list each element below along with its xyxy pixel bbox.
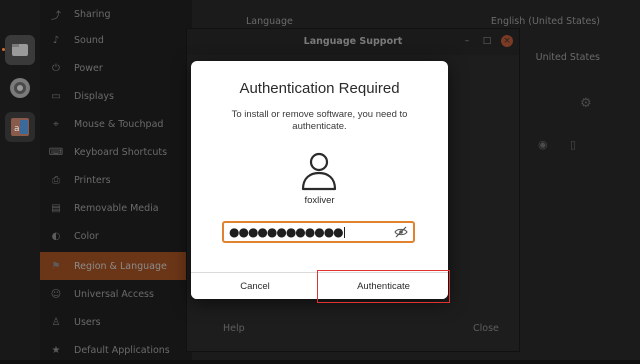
- sidebar-item-label: Keyboard Shortcuts: [74, 146, 168, 158]
- sidebar-item-label: Power: [74, 62, 103, 74]
- users-icon: ♙: [51, 316, 61, 328]
- sidebar-item-label: Universal Access: [74, 288, 154, 300]
- printer-icon: ⎙: [52, 174, 60, 186]
- sidebar-item-label: Default Applications: [74, 344, 170, 356]
- media-icon: ▤: [51, 202, 61, 214]
- color-icon: ◐: [51, 230, 61, 242]
- language-label: Language: [246, 16, 293, 27]
- sidebar-item-label: Region & Language: [74, 260, 167, 272]
- sidebar-item-label: Sound: [74, 34, 104, 46]
- sidebar-item-label: Printers: [74, 174, 111, 186]
- sidebar-item-label: Displays: [74, 90, 114, 102]
- sidebar-item-sound[interactable]: ♪ Sound: [40, 26, 192, 54]
- username-label: foxliver: [304, 195, 335, 206]
- svg-text:a: a: [14, 124, 20, 134]
- sidebar-item-label: Mouse & Touchpad: [74, 118, 164, 130]
- dock: a: [0, 0, 40, 360]
- sidebar-item-sharing[interactable]: ⤴ Sharing: [40, 0, 192, 28]
- authentication-dialog: Authentication Required To install or re…: [191, 61, 448, 299]
- sidebar-item-color[interactable]: ◐ Color: [40, 222, 192, 250]
- language-support-titlebar: Language Support – □ ×: [187, 29, 519, 55]
- password-value: ●●●●●●●●●●●●: [229, 225, 344, 239]
- sidebar-item-label: Sharing: [74, 8, 111, 20]
- trash-icon[interactable]: ▯: [570, 138, 576, 151]
- sidebar-item-displays[interactable]: ▭ Displays: [40, 82, 192, 110]
- sidebar-item-label: Users: [74, 316, 101, 328]
- gear-icon[interactable]: ⚙: [580, 96, 592, 111]
- close-icon[interactable]: ×: [501, 35, 513, 47]
- sidebar-item-printers[interactable]: ⎙ Printers: [40, 166, 192, 194]
- language-value[interactable]: English (United States): [491, 16, 600, 27]
- sidebar-item-mouse[interactable]: ⌖ Mouse & Touchpad: [40, 110, 192, 138]
- files-icon[interactable]: [5, 35, 35, 65]
- disc-icon[interactable]: [5, 73, 35, 103]
- mouse-icon: ⌖: [53, 118, 59, 130]
- user-icon: [301, 152, 337, 191]
- eye-slash-icon[interactable]: [394, 226, 408, 238]
- region-icon: ⚑: [51, 260, 61, 272]
- active-indicator: [2, 48, 5, 51]
- text-caret: [343, 227, 345, 238]
- power-icon: ⏻: [52, 62, 60, 74]
- sidebar-item-label: Removable Media: [74, 202, 159, 214]
- cancel-button[interactable]: Cancel: [191, 273, 320, 299]
- dialog-title: Authentication Required: [239, 80, 400, 97]
- settings-sidebar: ⤴ Sharing ♪ Sound ⏻ Power ▭ Displays ⌖ Mouse …: [40, 0, 192, 360]
- sidebar-item-universal-access[interactable]: ☺ Universal Access: [40, 280, 192, 308]
- star-icon: ★: [51, 344, 61, 356]
- formats-value[interactable]: United States: [536, 52, 600, 63]
- highlight-box: [317, 270, 450, 303]
- sidebar-item-users[interactable]: ♙ Users: [40, 308, 192, 336]
- sidebar-item-region-language[interactable]: ⚑ Region & Language: [40, 252, 192, 280]
- sidebar-item-keyboard[interactable]: ⌨ Keyboard Shortcuts: [40, 138, 192, 166]
- sidebar-item-removable-media[interactable]: ▤ Removable Media: [40, 194, 192, 222]
- eye-icon[interactable]: ◉: [538, 138, 548, 151]
- software-icon[interactable]: a: [5, 112, 35, 142]
- sidebar-item-label: Color: [74, 230, 99, 242]
- close-button[interactable]: Close: [473, 323, 499, 334]
- password-field[interactable]: ●●●●●●●●●●●●: [222, 221, 415, 243]
- dialog-message: To install or remove software, you need …: [231, 109, 408, 132]
- help-button[interactable]: Help: [223, 323, 245, 334]
- accessibility-icon: ☺: [50, 288, 62, 300]
- share-icon: ⤴: [51, 10, 61, 22]
- minimize-icon[interactable]: –: [461, 35, 473, 47]
- display-icon: ▭: [51, 90, 61, 102]
- maximize-icon[interactable]: □: [481, 35, 493, 47]
- keyboard-icon: ⌨: [48, 146, 64, 158]
- sidebar-item-power[interactable]: ⏻ Power: [40, 54, 192, 82]
- speaker-icon: ♪: [52, 34, 60, 46]
